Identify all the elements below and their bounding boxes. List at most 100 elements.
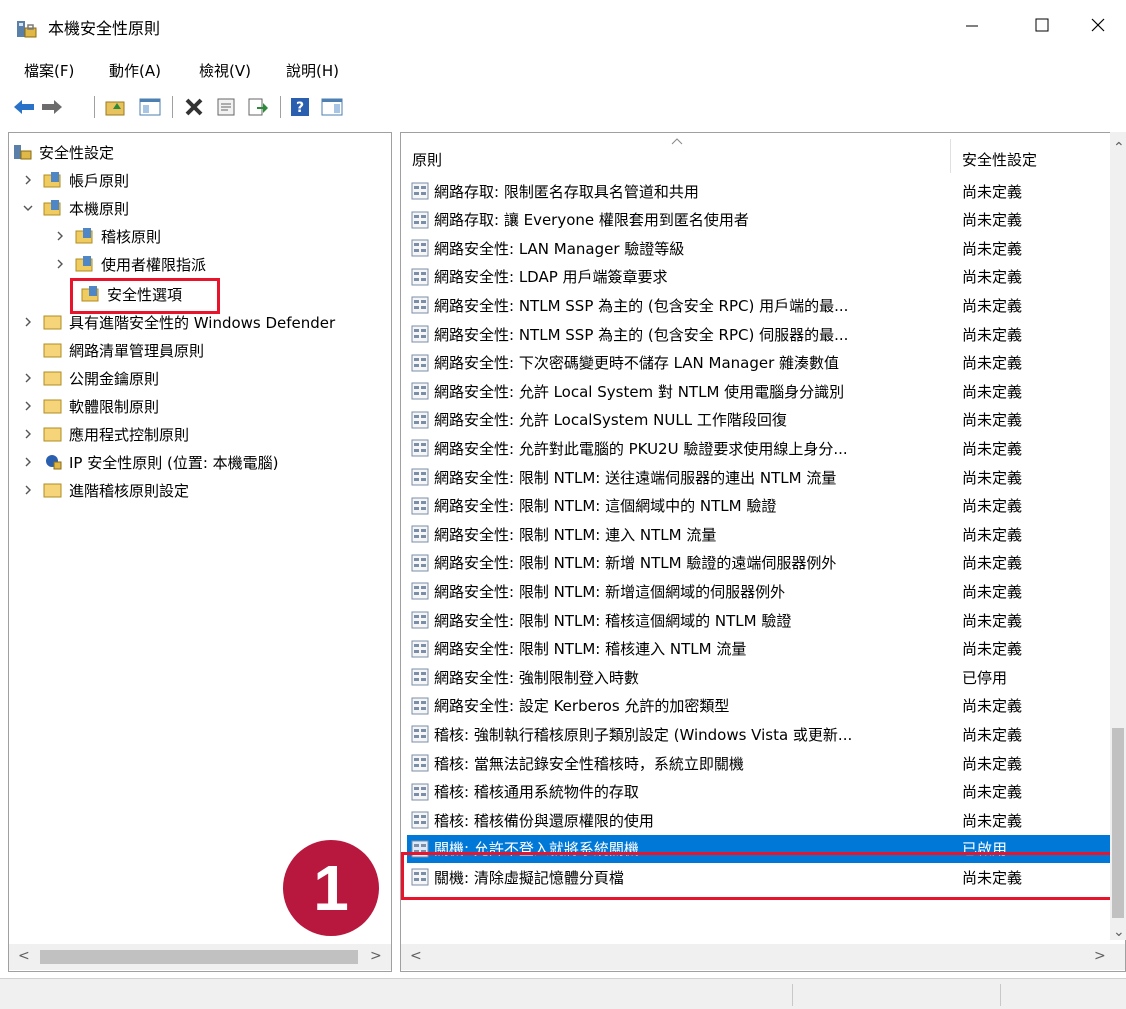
tree-item-local-policies[interactable]: 本機原則: [21, 195, 129, 221]
policy-name: 網路存取: 讓 Everyone 權限套用到匿名使用者: [434, 211, 749, 230]
policy-name: 網路安全性: 限制 NTLM: 新增 NTLM 驗證的遠端伺服器例外: [434, 554, 837, 573]
policy-item-icon: [411, 382, 429, 400]
policy-name: 網路安全性: 限制 NTLM: 稽核這個網域的 NTLM 驗證: [434, 611, 792, 630]
up-button[interactable]: [104, 96, 128, 118]
column-header-setting[interactable]: 安全性設定: [962, 149, 1037, 170]
expand-arrow-icon[interactable]: [53, 257, 67, 271]
table-row[interactable]: 網路安全性: 允許 Local System 對 NTLM 使用電腦身分識別 尚未…: [407, 377, 1111, 405]
sort-ascending-icon: [671, 138, 683, 145]
table-row[interactable]: 網路安全性: LDAP 用戶端簽章要求 尚未定義: [407, 263, 1111, 291]
menu-file[interactable]: 檔案(F): [24, 60, 74, 81]
expand-arrow-icon[interactable]: [21, 371, 35, 385]
table-row[interactable]: 網路安全性: 限制 NTLM: 新增這個網域的伺服器例外 尚未定義: [407, 577, 1111, 605]
delete-button[interactable]: [182, 96, 206, 118]
tree-item-software-restriction[interactable]: 軟體限制原則: [21, 393, 159, 419]
expand-arrow-icon[interactable]: [53, 229, 67, 243]
table-row[interactable]: 網路安全性: NTLM SSP 為主的 (包含安全 RPC) 用戶端的最... 尚…: [407, 291, 1111, 319]
menu-action[interactable]: 動作(A): [109, 60, 161, 81]
show-hide-tree-button[interactable]: [138, 96, 162, 118]
forward-button[interactable]: [40, 96, 64, 118]
help-button[interactable]: ?: [288, 96, 312, 118]
tree-scroll-left-arrow-icon[interactable]: <: [18, 948, 30, 964]
table-row[interactable]: 網路安全性: 限制 NTLM: 連入 NTLM 流量 尚未定義: [407, 520, 1111, 548]
minimize-button[interactable]: [944, 0, 1000, 50]
collapse-arrow-icon[interactable]: [21, 201, 35, 215]
policy-name: 網路安全性: NTLM SSP 為主的 (包含安全 RPC) 用戶端的最...: [434, 296, 849, 315]
scroll-down-arrow-icon[interactable]: ⌄: [1113, 924, 1125, 940]
policy-name: 網路安全性: LDAP 用戶端簽章要求: [434, 268, 668, 287]
table-row[interactable]: 稽核: 稽核通用系統物件的存取 尚未定義: [407, 778, 1111, 806]
expand-arrow-icon[interactable]: [21, 483, 35, 497]
table-row[interactable]: 網路安全性: 強制限制登入時數 已停用: [407, 663, 1111, 691]
tree-item-app-control[interactable]: 應用程式控制原則: [21, 421, 189, 447]
back-button[interactable]: [12, 96, 36, 118]
toolbar-separator: [280, 96, 281, 118]
table-row[interactable]: 網路安全性: 限制 NTLM: 送往遠端伺服器的連出 NTLM 流量 尚未定義: [407, 463, 1111, 491]
expand-arrow-icon[interactable]: [21, 455, 35, 469]
expand-arrow-icon[interactable]: [21, 173, 35, 187]
expand-arrow-icon[interactable]: [21, 427, 35, 441]
list-header: 原則 安全性設定: [401, 133, 1125, 177]
list-scroll-right-arrow-icon[interactable]: >: [1094, 948, 1106, 964]
policy-name: 網路安全性: NTLM SSP 為主的 (包含安全 RPC) 伺服器的最...: [434, 325, 849, 344]
scroll-up-arrow-icon[interactable]: ⌃: [1113, 140, 1125, 156]
tree-horizontal-scroll-thumb[interactable]: [40, 950, 358, 964]
table-row[interactable]: 網路安全性: 限制 NTLM: 稽核這個網域的 NTLM 驗證 尚未定義: [407, 606, 1111, 634]
close-button[interactable]: [1070, 0, 1126, 50]
maximize-icon: [1035, 18, 1049, 32]
policy-item-icon: [411, 411, 429, 429]
menu-help[interactable]: 說明(H): [286, 60, 339, 81]
column-divider[interactable]: [950, 139, 951, 173]
vertical-scroll-thumb[interactable]: [1112, 728, 1124, 918]
table-row[interactable]: 網路存取: 讓 Everyone 權限套用到匿名使用者 尚未定義: [407, 206, 1111, 234]
table-row[interactable]: 稽核: 稽核備份與還原權限的使用 尚未定義: [407, 806, 1111, 834]
table-row[interactable]: 網路安全性: 下次密碼變更時不儲存 LAN Manager 雜湊數值 尚未定義: [407, 349, 1111, 377]
list-horizontal-scrollbar[interactable]: [401, 944, 1125, 970]
table-row[interactable]: 網路存取: 限制匿名存取具名管道和共用 尚未定義: [407, 177, 1111, 205]
folder-icon: [43, 371, 62, 386]
table-row[interactable]: 稽核: 強制執行稽核原則子類別設定 (Windows Vista 或更新... 尚…: [407, 720, 1111, 748]
expand-arrow-icon[interactable]: [21, 399, 35, 413]
policy-setting-value: 尚未定義: [962, 354, 1023, 373]
export-button[interactable]: [246, 96, 270, 118]
tree-item-advanced-audit[interactable]: 進階稽核原則設定: [21, 477, 189, 503]
table-row[interactable]: 網路安全性: LAN Manager 驗證等級 尚未定義: [407, 234, 1111, 262]
tree-item-network-list[interactable]: 網路清單管理員原則: [43, 337, 204, 363]
table-row[interactable]: 網路安全性: 設定 Kerberos 允許的加密類型 尚未定義: [407, 692, 1111, 720]
policy-name: 網路存取: 限制匿名存取具名管道和共用: [434, 182, 699, 201]
table-row[interactable]: 稽核: 當無法記錄安全性稽核時，系統立即關機 尚未定義: [407, 749, 1111, 777]
expand-arrow-icon[interactable]: [21, 315, 35, 329]
security-policy-icon: [17, 21, 37, 38]
policy-list-pane[interactable]: 原則 安全性設定 網路存取: 限制匿名存取具名管道和共用 尚未定義 網路存取: 讓 …: [400, 132, 1126, 972]
policy-item-icon: [411, 725, 429, 743]
table-row[interactable]: 網路安全性: NTLM SSP 為主的 (包含安全 RPC) 伺服器的最... 尚…: [407, 320, 1111, 348]
maximize-button[interactable]: [1014, 0, 1070, 50]
policy-item-icon: [411, 783, 429, 801]
tree-item-account-policies[interactable]: 帳戶原則: [21, 167, 129, 193]
selected-row-highlight: [401, 852, 1126, 900]
policy-setting-value: 尚未定義: [962, 211, 1023, 230]
show-hide-tree-icon: [139, 98, 161, 116]
folder-icon: [43, 427, 62, 442]
minimize-icon: [966, 25, 978, 27]
tree-item-public-key[interactable]: 公開金鑰原則: [21, 365, 159, 391]
list-scroll-left-arrow-icon[interactable]: <: [410, 948, 422, 964]
tree-item-ip-security[interactable]: IP 安全性原則 (位置: 本機電腦): [21, 449, 279, 475]
policy-item-icon: [411, 182, 429, 200]
table-row[interactable]: 網路安全性: 允許對此電腦的 PKU2U 驗證要求使用線上身分... 尚未定義: [407, 434, 1111, 462]
menu-view[interactable]: 檢視(V): [199, 60, 251, 81]
column-header-policy[interactable]: 原則: [412, 149, 442, 170]
table-row[interactable]: 網路安全性: 限制 NTLM: 稽核連入 NTLM 流量 尚未定義: [407, 635, 1111, 663]
table-row[interactable]: 網路安全性: 限制 NTLM: 新增 NTLM 驗證的遠端伺服器例外 尚未定義: [407, 549, 1111, 577]
tree-root[interactable]: 安全性設定: [13, 139, 114, 165]
properties-button[interactable]: [214, 96, 238, 118]
table-row[interactable]: 網路安全性: 限制 NTLM: 這個網域中的 NTLM 驗證 尚未定義: [407, 492, 1111, 520]
tree-item-audit-policy[interactable]: 稽核原則: [53, 223, 161, 249]
action-pane-button[interactable]: [320, 96, 344, 118]
window-title: 本機安全性原則: [48, 19, 161, 38]
export-icon: [248, 98, 268, 116]
tree-item-user-rights[interactable]: 使用者權限指派: [53, 251, 206, 277]
tree-scroll-right-arrow-icon[interactable]: >: [370, 948, 382, 964]
status-divider: [1000, 984, 1001, 1006]
table-row[interactable]: 網路安全性: 允許 LocalSystem NULL 工作階段回復 尚未定義: [407, 406, 1111, 434]
